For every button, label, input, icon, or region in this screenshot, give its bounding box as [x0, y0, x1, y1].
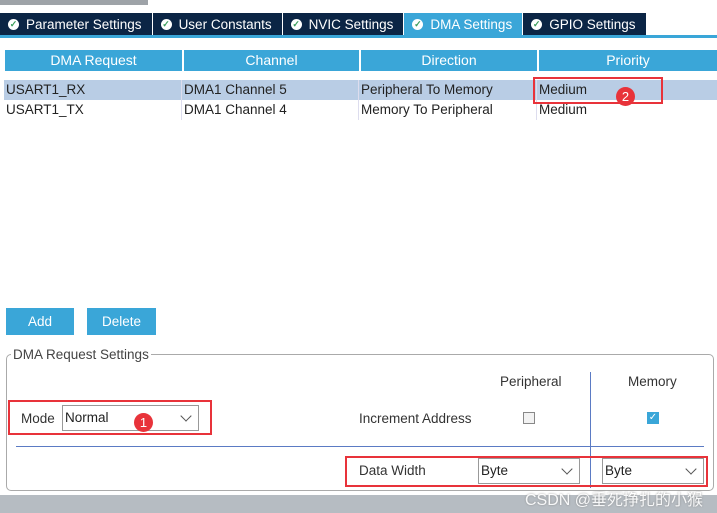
increment-address-label: Increment Address: [359, 411, 472, 426]
column-header-priority[interactable]: Priority: [539, 50, 717, 71]
increment-memory-checkbox[interactable]: ✓: [647, 412, 659, 424]
chevron-down-icon: [180, 410, 192, 422]
cell-channel: DMA1 Channel 4: [182, 100, 359, 120]
row-divider: [16, 446, 704, 447]
data-width-memory-value: Byte: [605, 463, 633, 478]
increment-peripheral-checkbox[interactable]: [523, 412, 535, 424]
chevron-down-icon: [561, 463, 573, 475]
tab-nvic-settings[interactable]: ✓ NVIC Settings: [282, 13, 404, 35]
mode-label: Mode: [21, 411, 55, 426]
tab-dma-settings[interactable]: ✓ DMA Settings: [404, 13, 523, 35]
tab-gpio-settings[interactable]: ✓ GPIO Settings: [523, 13, 646, 35]
delete-button[interactable]: Delete: [87, 308, 156, 335]
peripheral-header: Peripheral: [500, 374, 562, 389]
window-top-bar: [0, 0, 148, 5]
tab-underline: [0, 35, 717, 38]
group-title: DMA Request Settings: [11, 347, 151, 362]
annotation-badge-1: 1: [134, 413, 153, 432]
check-icon: ✓: [8, 18, 19, 30]
tab-label: GPIO Settings: [549, 16, 636, 32]
check-icon: ✓: [290, 18, 302, 30]
cell-channel: DMA1 Channel 5: [182, 80, 359, 100]
mode-select[interactable]: Normal: [62, 405, 199, 431]
column-header-dma-request[interactable]: DMA Request: [5, 50, 182, 71]
cell-direction: Memory To Peripheral: [359, 100, 537, 120]
tab-label: Parameter Settings: [26, 16, 142, 32]
data-width-peripheral-select[interactable]: Byte: [478, 458, 580, 484]
check-icon: ✓: [412, 18, 424, 30]
watermark: CSDN @垂死挣扎的小猴: [524, 492, 703, 509]
annotation-badge-2: 2: [616, 87, 635, 106]
tab-label: NVIC Settings: [308, 16, 394, 32]
data-width-peripheral-value: Byte: [481, 463, 509, 478]
tab-parameter-settings[interactable]: ✓ Parameter Settings: [0, 13, 152, 35]
check-icon: ✓: [648, 412, 658, 423]
tab-user-constants[interactable]: ✓ User Constants: [152, 13, 282, 35]
data-width-label: Data Width: [359, 463, 426, 478]
data-width-memory-select[interactable]: Byte: [602, 458, 704, 484]
tab-bar: ✓ Parameter Settings ✓ User Constants ✓ NVI…: [0, 13, 647, 35]
tab-label: DMA Settings: [430, 16, 513, 32]
check-icon: ✓: [531, 18, 543, 30]
chevron-down-icon: [685, 463, 697, 475]
cell-request: USART1_TX: [4, 100, 182, 120]
column-header-direction[interactable]: Direction: [361, 50, 537, 71]
memory-header: Memory: [628, 374, 677, 389]
column-header-channel[interactable]: Channel: [184, 50, 359, 71]
cell-direction: Peripheral To Memory: [359, 80, 537, 100]
check-icon: ✓: [160, 18, 172, 30]
add-button[interactable]: Add: [6, 308, 74, 335]
tab-label: User Constants: [178, 16, 272, 32]
mode-value: Normal: [65, 410, 109, 425]
cell-request: USART1_RX: [4, 80, 182, 100]
highlight-box-priority: [533, 77, 663, 104]
